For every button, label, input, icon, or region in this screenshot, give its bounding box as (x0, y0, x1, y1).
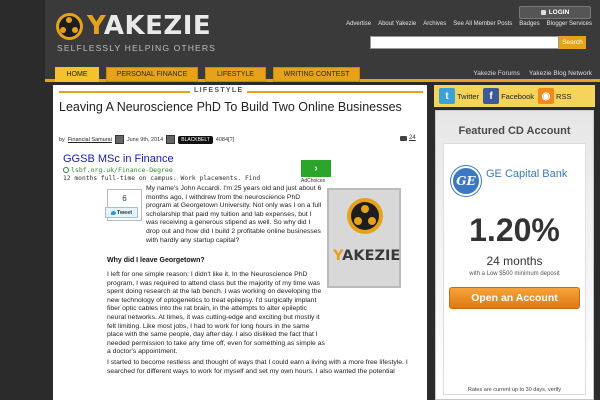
rss-link[interactable]: ◉ RSS (538, 88, 571, 104)
cd-term: 24 months (486, 254, 543, 268)
share-count: 6 (122, 194, 127, 203)
post-paragraph-3: I started to become restless and thought… (107, 359, 408, 375)
facebook-icon: f (483, 88, 500, 104)
cd-minimum: with a Low $500 minimum deposit (469, 271, 560, 277)
post-paragraph-1: My name's John Accardi. I'm 25 years old… (146, 185, 322, 244)
rates-note: Rates are current up to 30 days, verify (467, 387, 562, 393)
tab-writing-contest[interactable]: WRITING CONTEST (273, 67, 360, 82)
author-avatar[interactable] (114, 135, 124, 144)
tab-home[interactable]: HOME (55, 67, 99, 82)
featured-cd-widget: Featured CD Account GE GE Capital Bank 1… (435, 110, 594, 400)
search-input[interactable] (370, 36, 559, 49)
tab-personal-finance[interactable]: PERSONAL FINANCE (106, 67, 198, 82)
cd-card[interactable]: GE GE Capital Bank 1.20% 24 months with … (443, 143, 586, 395)
topnav-about[interactable]: About Yakezie (378, 21, 416, 27)
rank-badge: BLACKBELT (178, 135, 213, 144)
rank-number[interactable]: 4084[?] (216, 137, 234, 143)
yakezie-post-image: YAKEZIE (327, 188, 401, 288)
adchoices-link[interactable]: AdChoices (301, 178, 325, 184)
post-paragraph-2: I left for one simple reason: I didn't l… (107, 271, 325, 356)
ad-url-icon (63, 167, 69, 173)
yakezie-wordmark: YAKEZIE (333, 248, 401, 264)
ge-logo-icon: GE (451, 166, 481, 196)
bank-name: GE Capital Bank (486, 168, 568, 180)
main-nav: HOME PERSONAL FINANCE LIFESTYLE WRITING … (45, 66, 600, 82)
nav-yakezie-blog-network[interactable]: Yakezie Blog Network (529, 70, 592, 77)
login-button[interactable]: LOGIN (519, 6, 591, 19)
topnav-blogger-services[interactable]: Blogger Services (547, 21, 592, 27)
topnav-member-posts[interactable]: See All Member Posts (453, 21, 512, 27)
twitter-bird-icon (110, 210, 116, 215)
cd-rate: 1.20% (469, 212, 560, 248)
lock-icon (540, 10, 546, 15)
site-header: YAKEZIE SELFLESSLY HELPING OTHERS LOGIN … (45, 0, 600, 66)
page: YAKEZIE SELFLESSLY HELPING OTHERS LOGIN … (45, 0, 600, 400)
ad-arrow-icon[interactable]: › (301, 160, 331, 177)
top-nav: Advertise About Yakezie Archives See All… (322, 21, 592, 27)
site-tagline: SELFLESSLY HELPING OTHERS (57, 43, 216, 53)
search-button[interactable]: Search (559, 36, 586, 49)
post-date: June 9th, 2014 (126, 136, 164, 143)
open-account-button[interactable]: Open an Account (449, 287, 580, 309)
tweet-button[interactable]: Tweet (105, 207, 138, 218)
author-link[interactable]: Financial Samurai (68, 137, 112, 143)
post-byline: by Financial Samurai June 9th, 2014 BLAC… (59, 135, 235, 144)
sidebar: t Twitter f Facebook ◉ RSS Featured CD A… (434, 85, 595, 400)
post-content: LIFESTYLE Leaving A Neuroscience PhD To … (53, 85, 427, 400)
twitter-icon: t (439, 88, 455, 104)
twitter-link[interactable]: t Twitter (439, 88, 479, 104)
nav-right-links: Yakezie Forums Yakezie Blog Network (473, 70, 592, 77)
member-avatar (166, 135, 176, 144)
topnav-archives[interactable]: Archives (423, 21, 446, 27)
cd-heading: Featured CD Account (458, 125, 571, 137)
post-subheading: Why did I leave Georgetown? (107, 257, 205, 264)
yakezie-emblem-icon (347, 198, 383, 234)
rss-icon: ◉ (538, 88, 555, 104)
tab-lifestyle[interactable]: LIFESTYLE (205, 67, 266, 82)
facebook-link[interactable]: f Facebook (483, 88, 534, 104)
topnav-badges[interactable]: Badges (519, 21, 539, 27)
social-links: t Twitter f Facebook ◉ RSS (434, 85, 595, 107)
post-title[interactable]: Leaving A Neuroscience PhD To Build Two … (59, 100, 419, 114)
site-logo[interactable]: YAKEZIE (87, 11, 211, 41)
post-category[interactable]: LIFESTYLE (190, 87, 248, 94)
topnav-advertise[interactable]: Advertise (346, 21, 371, 27)
nav-yakezie-forums[interactable]: Yakezie Forums (473, 70, 519, 77)
logo-emblem-icon[interactable] (56, 13, 83, 40)
comment-bubble-icon (400, 135, 407, 141)
ad-text: 12 months full-time on campus. Work plac… (63, 175, 261, 182)
ad-url[interactable]: lsbf.org.uk/Finance-Degree (63, 166, 173, 174)
comment-count-link[interactable]: 24 (400, 135, 416, 141)
ad-title-link[interactable]: GGSB MSc in Finance (63, 153, 174, 165)
